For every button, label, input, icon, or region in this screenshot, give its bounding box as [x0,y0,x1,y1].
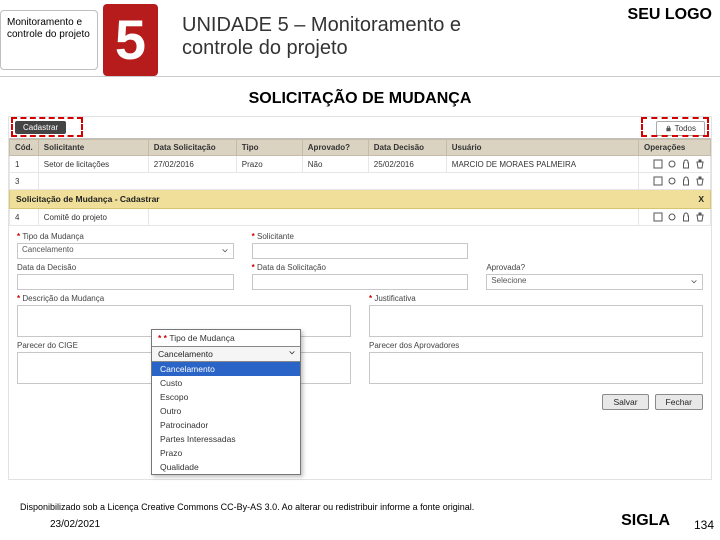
col-cod: Cód. [10,140,39,156]
dropdown-option[interactable]: Patrocinador [152,418,300,432]
cell-solicitante: Comitê do projeto [38,209,148,226]
cell-tipo: Prazo [236,156,302,173]
save-button[interactable]: Salvar [602,394,648,410]
table-row[interactable]: 3 [10,173,711,190]
header-divider [0,76,720,77]
cell-data-sol: 27/02/2016 [148,156,236,173]
unit-title: UNIDADE 5 – Monitoramento e controle do … [182,14,532,60]
cell-ops [639,209,711,226]
label-parecer-aprov: Parecer dos Aprovadores [369,341,703,350]
col-operacoes: Operações [639,140,711,156]
chevron-down-icon [221,247,229,257]
cell-cod: 4 [10,209,39,226]
dropdown-option[interactable]: Custo [152,376,300,390]
edit-icon[interactable] [653,176,663,186]
logo-placeholder: SEU LOGO [628,6,712,24]
select-tipo-mudanca[interactable]: Cancelamento [17,243,234,259]
textarea-parecer-aprov[interactable] [369,352,703,384]
delete-icon[interactable] [695,159,705,169]
cell-usuario: MARCIO DE MORAES PALMEIRA [446,156,638,173]
view-icon[interactable] [667,159,677,169]
input-solicitante[interactable] [252,243,469,259]
cell-empty [148,209,638,226]
label-solicitante: Solicitante [252,232,469,241]
unit-label-box: Monitoramento e controle do projeto [0,10,98,70]
lock-icon[interactable] [681,212,691,222]
select-aprovada[interactable]: Selecione [486,274,703,290]
dropdown-option[interactable]: Qualidade [152,460,300,474]
select-value: Selecione [491,276,526,285]
col-data-dec: Data Decisão [368,140,446,156]
dropdown-selected: Cancelamento [158,349,213,359]
dropdown-list: Cancelamento Custo Escopo Outro Patrocin… [152,362,300,474]
col-tipo: Tipo [236,140,302,156]
dropdown-label: * Tipo de Mudança [152,330,300,346]
subform-title-bar: Solicitação de Mudança - Cadastrar X [10,190,711,209]
delete-icon[interactable] [695,212,705,222]
section-title: SOLICITAÇÃO DE MUDANÇA [0,90,720,108]
unit-number: 5 [103,4,158,76]
view-icon[interactable] [667,176,677,186]
col-solicitante: Solicitante [38,140,148,156]
app-screenshot: Cadastrar Todos Cód. Solicitante Data So… [8,116,712,480]
dropdown-option[interactable]: Cancelamento [152,362,300,376]
toolbar: Cadastrar Todos [9,117,711,139]
cell-solicitante: Setor de licitações [38,156,148,173]
todos-button[interactable]: Todos [656,121,705,136]
dropdown-option[interactable]: Prazo [152,446,300,460]
label-tipo-mudanca: Tipo da Mudança [17,232,234,241]
chevron-down-icon [288,349,296,359]
subform-title: Solicitação de Mudança - Cadastrar [16,194,160,204]
changes-table: Cód. Solicitante Data Solicitação Tipo A… [9,139,711,226]
input-data-decisao[interactable] [17,274,234,290]
delete-icon[interactable] [695,176,705,186]
edit-icon[interactable] [653,212,663,222]
cell-empty [38,173,638,190]
col-aprovado: Aprovado? [302,140,368,156]
select-value: Cancelamento [22,245,74,254]
lock-icon[interactable] [681,159,691,169]
dropdown-option[interactable]: Outro [152,404,300,418]
table-header-row: Cód. Solicitante Data Solicitação Tipo A… [10,140,711,156]
form-buttons: Salvar Fechar [9,390,711,414]
label-data-solicitacao: Data da Solicitação [252,263,469,272]
page-number: 134 [694,518,714,532]
slide-header: Monitoramento e controle do projeto 5 UN… [0,4,720,82]
close-icon[interactable]: X [698,194,704,204]
footer-date: 23/02/2021 [50,519,100,530]
todos-label: Todos [675,124,696,133]
lock-icon[interactable] [681,176,691,186]
label-descricao: Descrição da Mudança [17,294,351,303]
tipo-mudanca-dropdown: * Tipo de Mudança Cancelamento Cancelame… [151,329,301,475]
cell-data-dec: 25/02/2016 [368,156,446,173]
cell-cod: 3 [10,173,39,190]
lock-icon [665,125,672,132]
change-form: Tipo da Mudança Cancelamento Solicitante… [9,226,711,390]
input-data-solicitacao[interactable] [252,274,469,290]
label-aprovada: Aprovada? [486,263,703,272]
dropdown-option[interactable]: Escopo [152,390,300,404]
cell-ops [639,173,711,190]
chevron-down-icon [690,278,698,288]
cell-cod: 1 [10,156,39,173]
table-row[interactable]: 4 Comitê do projeto [10,209,711,226]
footer-sigla: SIGLA [621,512,670,530]
col-usuario: Usuário [446,140,638,156]
cadastrar-tab[interactable]: Cadastrar [15,121,66,134]
dropdown-option[interactable]: Partes Interessadas [152,432,300,446]
dropdown-select[interactable]: Cancelamento [152,346,300,362]
edit-icon[interactable] [653,159,663,169]
close-button[interactable]: Fechar [655,394,703,410]
label-data-decisao: Data da Decisão [17,263,234,272]
cell-aprovado: Não [302,156,368,173]
textarea-justificativa[interactable] [369,305,703,337]
cell-ops [639,156,711,173]
col-data-sol: Data Solicitação [148,140,236,156]
view-icon[interactable] [667,212,677,222]
license-text: Disponibilizado sob a Licença Creative C… [20,502,580,512]
table-row[interactable]: 1 Setor de licitações 27/02/2016 Prazo N… [10,156,711,173]
label-justificativa: Justificativa [369,294,703,303]
